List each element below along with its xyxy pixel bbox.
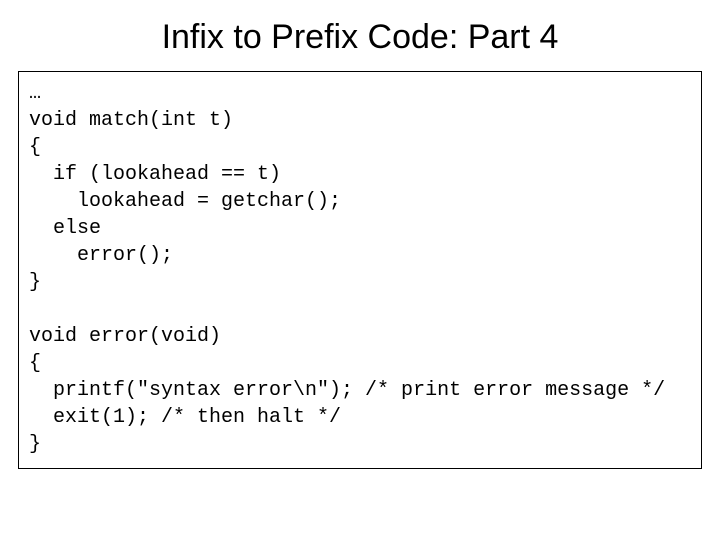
- page-title: Infix to Prefix Code: Part 4: [0, 18, 720, 57]
- slide: Infix to Prefix Code: Part 4 … void matc…: [0, 0, 720, 540]
- code-block: … void match(int t) { if (lookahead == t…: [18, 71, 702, 469]
